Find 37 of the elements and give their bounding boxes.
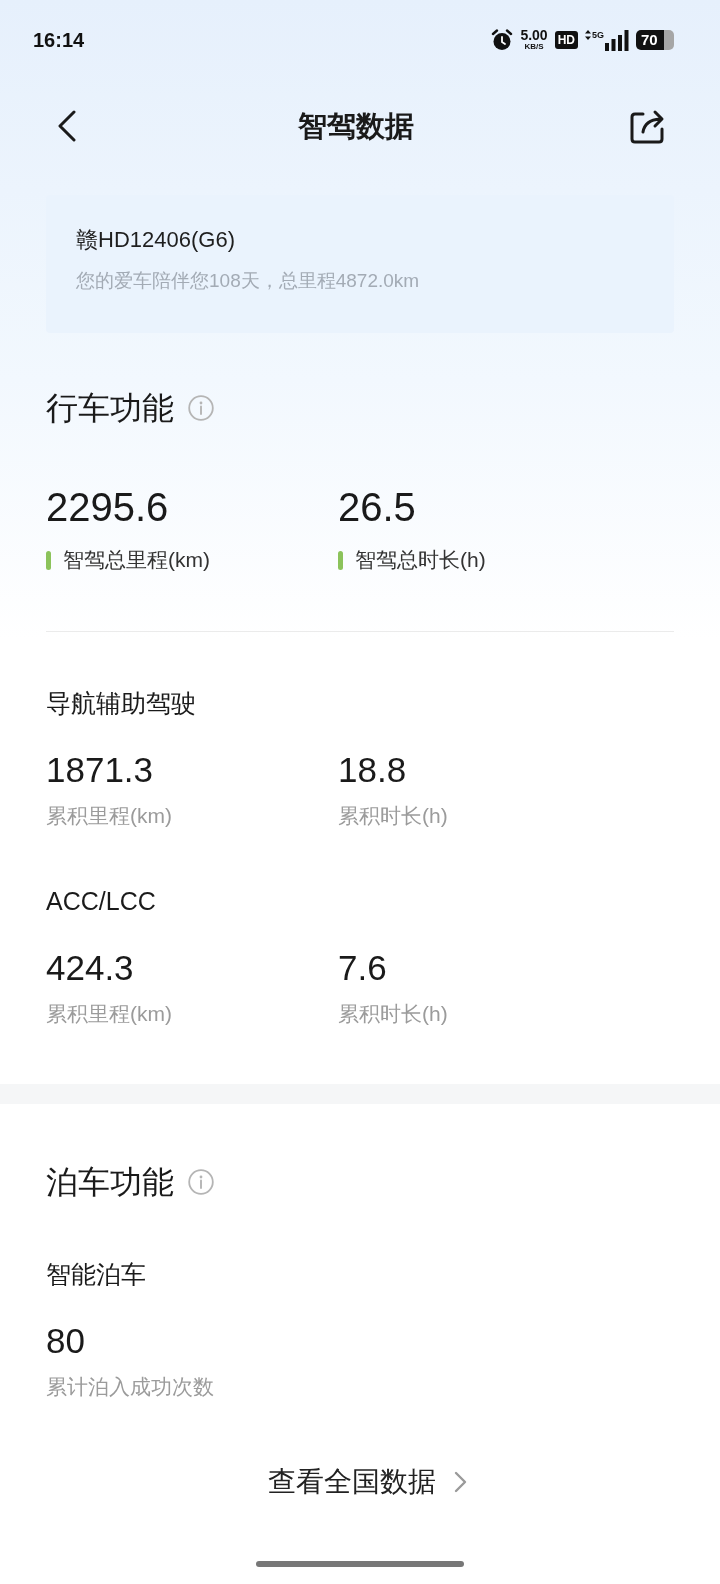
stat-label: 智驾总里程(km) bbox=[63, 547, 210, 573]
page-title: 智驾数据 bbox=[298, 109, 414, 144]
label-marker-icon bbox=[46, 550, 51, 570]
status-time: 16:14 bbox=[33, 28, 85, 53]
stat-label: 智驾总时长(h) bbox=[355, 547, 486, 573]
group-title: 导航辅助驾驶 bbox=[46, 688, 196, 719]
network-type: 5G bbox=[592, 29, 604, 40]
vehicle-plate: 赣HD12406(G6) bbox=[76, 226, 235, 254]
section-title: 行车功能 bbox=[46, 389, 174, 428]
group-title: ACC/LCC bbox=[46, 886, 156, 917]
hd-badge: HD bbox=[554, 31, 578, 49]
battery-indicator: 70 bbox=[636, 30, 674, 50]
stat-value: 7.6 bbox=[338, 947, 387, 989]
stat-value: 1871.3 bbox=[46, 749, 154, 791]
stat-label: 累积时长(h) bbox=[338, 1001, 448, 1027]
label-marker-icon bbox=[338, 550, 343, 570]
chevron-right-icon bbox=[453, 1471, 467, 1493]
stat-label: 累积时长(h) bbox=[338, 803, 448, 829]
stat-value: 2295.6 bbox=[46, 484, 169, 531]
alarm-clock-icon bbox=[491, 29, 514, 51]
stat-label: 累计泊入成功次数 bbox=[46, 1374, 214, 1400]
back-chevron-icon bbox=[57, 110, 77, 142]
national-data-link[interactable]: 查看全国数据 bbox=[253, 1464, 467, 1500]
stat-value: 424.3 bbox=[46, 947, 134, 989]
stat-label: 累积里程(km) bbox=[46, 1001, 172, 1027]
vehicle-summary: 您的爱车陪伴您108天，总里程4872.0km bbox=[76, 269, 420, 293]
network-speed-unit: KB/S bbox=[524, 42, 544, 51]
stat-value: 18.8 bbox=[338, 749, 407, 791]
section-title: 泊车功能 bbox=[46, 1163, 174, 1202]
network-speed: 5.00 bbox=[520, 29, 548, 42]
data-arrows-icon bbox=[585, 29, 591, 40]
stat-value: 80 bbox=[46, 1320, 85, 1362]
signal-bars-icon bbox=[605, 29, 629, 51]
share-icon bbox=[629, 108, 667, 144]
group-title: 智能泊车 bbox=[46, 1259, 146, 1290]
stat-value: 26.5 bbox=[338, 484, 416, 531]
stat-label: 累积里程(km) bbox=[46, 803, 172, 829]
